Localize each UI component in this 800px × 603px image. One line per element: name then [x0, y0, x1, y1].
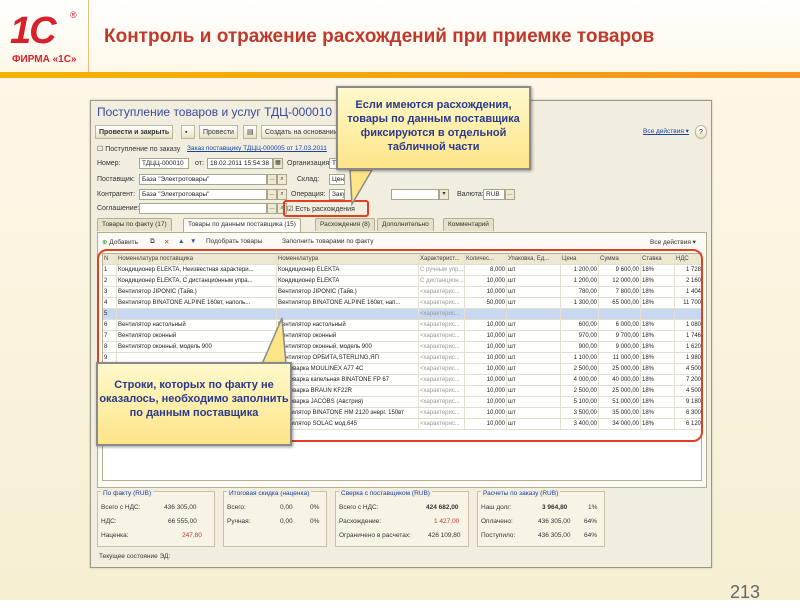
callout-supplier-data: Если имеются расхождения, товары по данн… — [336, 86, 531, 170]
callout-missing-rows: Строки, которых по факту не оказалось, н… — [96, 362, 292, 446]
callout-top-pointer — [349, 169, 374, 207]
callout-bottom-pointer — [260, 317, 287, 365]
